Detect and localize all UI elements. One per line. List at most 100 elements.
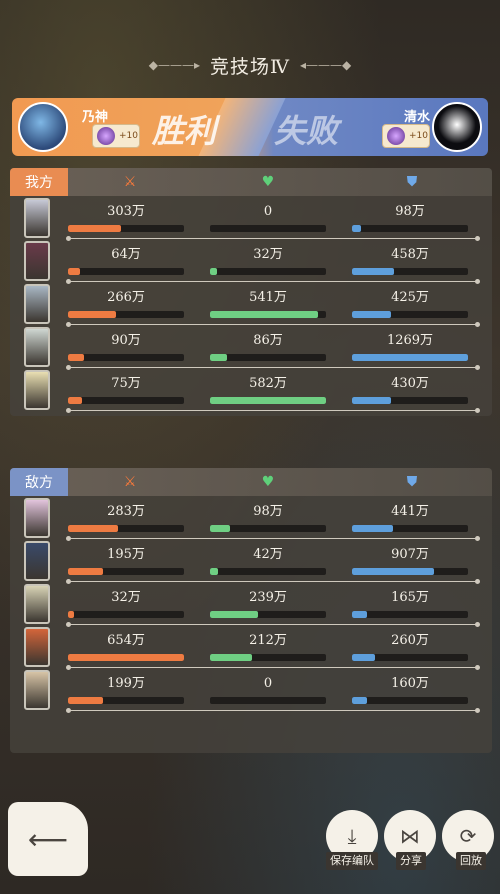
stat-bar-fill [68,311,116,318]
healing-stat: 541万 [210,290,326,318]
stat-bar-fill [68,611,74,618]
damage-stat: 654万 [68,633,184,661]
stat-bar [68,611,184,618]
stat-bar [210,397,326,404]
hero-portrait[interactable] [24,627,50,667]
stat-bar-fill [68,654,184,661]
hero-portrait[interactable] [24,370,50,410]
hero-stat-row: 90万 86万 1269万 [10,325,492,370]
damage-taken-stat: 458万 [352,247,468,275]
stat-bar [352,568,468,575]
page-title-bar: ◆———▸ 竞技场Ⅳ ◂———◆ [0,48,500,82]
sword-icon: ⚔ [123,474,137,490]
stat-bar [210,225,326,232]
stat-value: 195万 [107,547,145,562]
hero-portrait[interactable] [24,498,50,538]
damage-taken-stat: 260万 [352,633,468,661]
stat-value: 283万 [107,504,145,519]
stat-bar-fill [352,697,368,704]
stat-bar [68,268,184,275]
stat-bar-fill [210,397,326,404]
stat-bar-fill [68,354,85,361]
back-button[interactable]: ⟵ [8,802,88,876]
stat-bar [210,568,326,575]
stat-value: 32万 [253,247,283,262]
damage-taken-stat: 425万 [352,290,468,318]
shield-icon: ⛊ [406,474,418,490]
stat-bar [68,654,184,661]
hero-portrait[interactable] [24,327,50,367]
stat-bar-fill [352,268,394,275]
damage-taken-stat: 160万 [352,676,468,704]
player-left-avatar[interactable] [18,102,68,152]
stat-bar-fill [352,568,435,575]
hero-stat-row: 303万 0 98万 [10,196,492,241]
hero-portrait[interactable] [24,670,50,710]
replay-label: 回放 [456,852,486,870]
pet-gem-icon [97,127,115,145]
result-win-text: 胜利 [152,112,217,150]
stat-value: 0 [263,204,273,219]
stat-bar-fill [352,397,392,404]
stat-bar [352,268,468,275]
stat-value: 160万 [391,676,429,691]
hero-stat-row: 32万 239万 165万 [10,582,492,627]
stat-bar [352,225,468,232]
damage-stat: 75万 [68,376,184,404]
hero-stat-row: 75万 582万 430万 [10,368,492,413]
stat-value: 441万 [391,504,429,519]
stat-bar-fill [68,697,103,704]
stat-value: 654万 [107,633,145,648]
panel-header: 我方 ⚔ ♥ ⛊ [10,168,492,196]
save-formation-label: 保存编队 [326,852,378,870]
stat-value: 303万 [107,204,145,219]
title-left-ornament: ◆———▸ [148,58,200,72]
healing-stat: 98万 [210,504,326,532]
damage-stat: 199万 [68,676,184,704]
stat-value: 98万 [395,204,425,219]
hero-portrait[interactable] [24,584,50,624]
stat-value: 165万 [391,590,429,605]
healing-stat: 0 [210,204,326,232]
damage-stat: 266万 [68,290,184,318]
stat-value: 0 [263,676,273,691]
hero-portrait[interactable] [24,198,50,238]
hero-stat-row: 64万 32万 458万 [10,239,492,284]
hero-portrait[interactable] [24,541,50,581]
stat-value: 425万 [391,290,429,305]
stat-bar-fill [210,268,217,275]
page-title: 竞技场Ⅳ [210,55,290,78]
stat-bar [352,311,468,318]
stat-bar [210,268,326,275]
stat-value: 260万 [391,633,429,648]
share-label: 分享 [396,852,426,870]
hero-portrait[interactable] [24,241,50,281]
stat-bar-fill [352,354,468,361]
player-right-avatar[interactable] [432,102,482,152]
stat-value: 98万 [253,504,283,519]
pet-gem-icon [387,127,405,145]
stat-bar-fill [210,354,228,361]
stat-bar [210,311,326,318]
damage-stat: 283万 [68,504,184,532]
damage-taken-stat: 441万 [352,504,468,532]
stat-bar [210,611,326,618]
healing-stat: 582万 [210,376,326,404]
stat-bar-fill [210,525,230,532]
player-left-name: 乃神 [82,110,109,125]
stat-value: 42万 [253,547,283,562]
stat-bar-fill [68,268,80,275]
stat-bar [68,354,184,361]
replay-icon: ⟳ [459,824,477,848]
stat-bar-fill [210,611,258,618]
player-left-pet[interactable]: +10 [92,124,140,148]
stat-bar [210,654,326,661]
hero-stat-row: 654万 212万 260万 [10,625,492,670]
player-right-pet[interactable]: +10 [382,124,430,148]
enemy-side-label: 敌方 [10,468,68,496]
stat-bar [68,525,184,532]
stat-bar [68,397,184,404]
enemy-team-panel: 敌方 ⚔ ♥ ⛊ 283万 98万 441万 195万 42万 907万 32万… [10,468,492,753]
hero-portrait[interactable] [24,284,50,324]
healing-stat: 42万 [210,547,326,575]
